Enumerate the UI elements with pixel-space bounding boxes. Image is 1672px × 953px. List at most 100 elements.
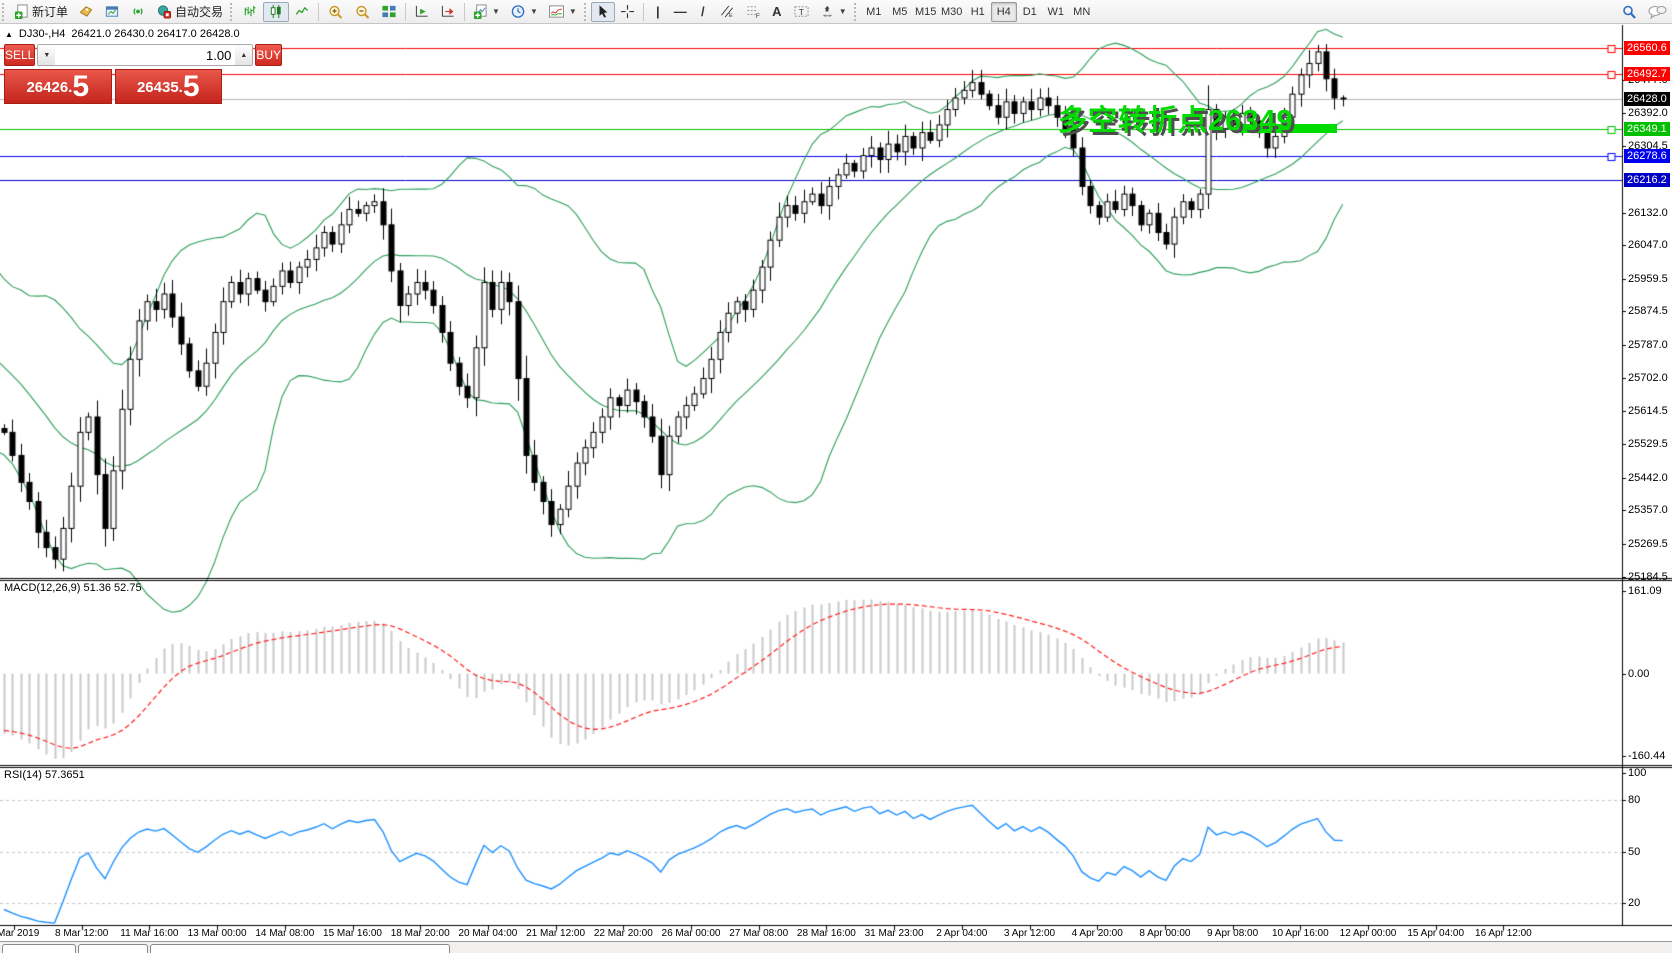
- tile-windows-button[interactable]: [376, 2, 402, 22]
- price-tag-icon: [78, 4, 94, 19]
- buy-button[interactable]: BUY: [255, 44, 282, 66]
- text-label-icon: T: [793, 4, 810, 19]
- macd-axis-tick: 161.09: [1628, 585, 1662, 597]
- templates-button[interactable]: ▼: [543, 2, 582, 22]
- volume-input[interactable]: [55, 45, 235, 65]
- price-level-label: 26216.2: [1624, 173, 1670, 187]
- candlestick-chart-button[interactable]: [263, 2, 289, 22]
- date-axis-label: 2 Apr 04:00: [936, 928, 987, 939]
- new-order-button[interactable]: 新订单: [9, 2, 73, 22]
- date-axis-label: 26 Mar 00:00: [662, 928, 721, 939]
- timeframe-m15[interactable]: M15: [913, 2, 939, 22]
- line-chart-icon: [294, 4, 310, 19]
- text-tool-button[interactable]: A: [766, 2, 788, 22]
- timeframe-m5[interactable]: M5: [887, 2, 913, 22]
- horizontal-line-tool-button[interactable]: —: [669, 2, 692, 22]
- price-axis-tick: 26392.0: [1628, 107, 1668, 119]
- zoom-in-button[interactable]: [322, 2, 349, 22]
- toolbar-separator: [643, 3, 644, 21]
- zoom-in-icon: [327, 4, 344, 20]
- channel-tool-button[interactable]: E: [714, 2, 740, 22]
- chart-shift-button[interactable]: [435, 2, 461, 22]
- chat-button[interactable]: [1642, 2, 1672, 22]
- arrows-tool-button[interactable]: ▼: [815, 2, 852, 22]
- date-axis-label: 8 Mar 12:00: [55, 928, 108, 939]
- chart-tab[interactable]: [150, 944, 450, 953]
- auto-scroll-icon: [414, 4, 430, 19]
- quotes-button[interactable]: [73, 2, 99, 22]
- bar-chart-button[interactable]: [237, 2, 263, 22]
- auto-trading-label: 自动交易: [175, 3, 223, 20]
- sell-price-box[interactable]: 26426.5: [4, 69, 112, 104]
- date-axis-label: 28 Mar 16:00: [797, 928, 856, 939]
- macd-axis-tick: -160.44: [1628, 750, 1665, 762]
- search-button[interactable]: [1616, 2, 1642, 22]
- indicators-caret-icon: ▼: [492, 7, 500, 16]
- volume-decrease-button[interactable]: ▼: [38, 45, 55, 65]
- macd-label: MACD(12,26,9) 51.36 52.75: [4, 582, 142, 594]
- collapse-arrow-icon[interactable]: ▲: [5, 30, 13, 39]
- sell-price-main: 26426: [26, 75, 68, 101]
- chart-tab[interactable]: [2, 944, 76, 953]
- timeframe-w1[interactable]: W1: [1043, 2, 1069, 22]
- main-toolbar: 新订单 自动交易: [0, 0, 1672, 24]
- toolbar-grip: [854, 3, 859, 21]
- toolbar-grip: [2, 3, 7, 21]
- toolbar-separator: [464, 3, 465, 21]
- timeframe-m1[interactable]: M1: [861, 2, 887, 22]
- fibonacci-tool-button[interactable]: F: [740, 2, 766, 22]
- date-axis-label: 9 Apr 08:00: [1207, 928, 1258, 939]
- chart-tab[interactable]: [78, 944, 148, 953]
- search-icon: [1621, 4, 1637, 20]
- date-axis-label: 3 Apr 12:00: [1004, 928, 1055, 939]
- date-axis-label: 12 Apr 00:00: [1340, 928, 1397, 939]
- signal-icon: [130, 4, 146, 19]
- arrows-icon: [820, 4, 835, 19]
- auto-scroll-button[interactable]: [409, 2, 435, 22]
- chart-window-icon: [104, 4, 120, 19]
- clock-icon: [510, 4, 526, 19]
- volume-box: ▼ ▲: [37, 44, 253, 66]
- price-axis-tick: 25874.5: [1628, 305, 1668, 317]
- vertical-line-icon: |: [656, 4, 660, 19]
- timeframe-mn[interactable]: MN: [1069, 2, 1095, 22]
- chart-canvas[interactable]: [0, 0, 1672, 953]
- periods-button[interactable]: ▼: [505, 2, 543, 22]
- text-label-tool-button[interactable]: T: [788, 2, 815, 22]
- one-click-trade-panel: SELL ▼ ▲ BUY 26426.5 26435.5: [4, 44, 222, 104]
- trendline-tool-button[interactable]: /: [692, 2, 714, 22]
- ohlc-values-label: 26421.0 26430.0 26417.0 26428.0: [71, 28, 239, 40]
- new-order-label: 新订单: [32, 3, 68, 20]
- cursor-tool-button[interactable]: [591, 2, 615, 22]
- date-axis-label: 14 Mar 08:00: [255, 928, 314, 939]
- rsi-axis-tick: 80: [1628, 794, 1640, 806]
- signals-button[interactable]: [125, 2, 151, 22]
- timeframe-h1[interactable]: H1: [965, 2, 991, 22]
- vertical-line-tool-button[interactable]: |: [647, 2, 669, 22]
- chart-window-button[interactable]: [99, 2, 125, 22]
- timeframe-m30[interactable]: M30: [939, 2, 965, 22]
- date-axis-label: 10 Apr 16:00: [1272, 928, 1329, 939]
- crosshair-tool-button[interactable]: [615, 2, 640, 22]
- zoom-out-button[interactable]: [349, 2, 376, 22]
- buy-price-box[interactable]: 26435.5: [115, 69, 223, 104]
- indicators-button[interactable]: ▼: [468, 2, 505, 22]
- annotation-text[interactable]: 多空转折点26349: [1058, 97, 1294, 139]
- chart-shift-icon: [440, 4, 456, 19]
- timeframe-d1[interactable]: D1: [1017, 2, 1043, 22]
- rsi-axis-tick: 50: [1628, 846, 1640, 858]
- sell-price-big: 5: [72, 73, 89, 101]
- price-axis-tick: 26132.0: [1628, 207, 1668, 219]
- sell-button[interactable]: SELL: [4, 44, 35, 66]
- auto-trading-button[interactable]: 自动交易: [151, 2, 228, 22]
- new-order-icon: [14, 4, 29, 19]
- rsi-axis-tick: 20: [1628, 897, 1640, 909]
- rsi-axis-tick: 100: [1628, 767, 1646, 779]
- price-axis-tick: 25529.5: [1628, 438, 1668, 450]
- line-chart-button[interactable]: [289, 2, 315, 22]
- volume-increase-button[interactable]: ▲: [235, 45, 252, 65]
- equidistant-channel-icon: E: [719, 4, 735, 19]
- mt4-window: 新订单 自动交易: [0, 0, 1672, 953]
- periods-caret-icon: ▼: [530, 7, 538, 16]
- timeframe-h4[interactable]: H4: [991, 2, 1017, 22]
